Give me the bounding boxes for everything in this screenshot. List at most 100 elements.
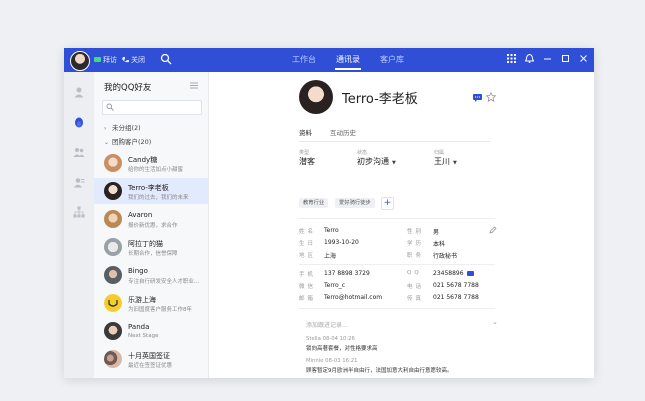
- mobile-value[interactable]: 137 8898 3729: [324, 270, 370, 277]
- profile-name: Terro-李老板: [342, 92, 418, 107]
- field-label: 性别: [407, 229, 425, 235]
- qq-value-row[interactable]: 23458896: [433, 270, 474, 277]
- contacts-panel: 我的QQ好友 › 未分组(2) ⌄ 团购客户(20) Candy糖 给你的生活加点小…: [94, 72, 209, 378]
- contact-name: Panda: [128, 323, 150, 331]
- nav-rail: [64, 72, 94, 378]
- contacts-card-icon[interactable]: [73, 176, 85, 188]
- visit-button[interactable]: 拜访: [94, 55, 117, 65]
- person-icon[interactable]: [73, 86, 85, 98]
- note-header: Minnie 08-03 16:21: [306, 358, 358, 364]
- divider: [299, 308, 495, 309]
- contact-item-selected[interactable]: Terro-李老板 我们的过去，我们的未来: [94, 178, 208, 204]
- qq-penguin-icon[interactable]: [73, 116, 85, 128]
- contact-name: 十月英国签证: [128, 352, 170, 360]
- star-icon[interactable]: [486, 92, 496, 102]
- avatar: [104, 210, 122, 228]
- contact-name: Candy糖: [128, 156, 158, 164]
- tag-chip[interactable]: 爱好骑行徒步: [335, 198, 375, 208]
- avatar: [104, 350, 122, 368]
- profile-avatar: [299, 80, 333, 114]
- qq-value: 23458896: [433, 270, 464, 277]
- contact-signature: 给你的生活加点小甜蜜: [128, 167, 184, 173]
- org-chart-icon[interactable]: [73, 206, 85, 218]
- edit-pencil-icon[interactable]: [489, 226, 497, 234]
- status-select[interactable]: 初步沟通 ▼: [357, 156, 396, 167]
- wechat-value: Terro_c: [324, 282, 346, 289]
- group-ungrouped[interactable]: › 未分组(2): [104, 122, 141, 132]
- contact-item[interactable]: 阿拉丁的猫 长期合作，信誉保障: [94, 234, 208, 260]
- contact-signature: 我们的过去，我们的未来: [128, 195, 189, 201]
- add-tag-button[interactable]: +: [381, 197, 394, 210]
- apps-grid-icon[interactable]: [507, 54, 516, 63]
- owner-value: 王川: [434, 157, 450, 166]
- divider: [299, 141, 491, 142]
- contact-name: Terro-李老板: [128, 184, 169, 192]
- tag-chip[interactable]: 教育行业: [299, 198, 329, 208]
- contact-item[interactable]: Bingo 专注自行研发安全人才职业...: [94, 262, 208, 288]
- group-purchase-customers[interactable]: ⌄ 团购客户(20): [104, 136, 151, 146]
- tab-profile[interactable]: 资料: [299, 127, 312, 142]
- visit-label: 拜访: [103, 56, 117, 64]
- avatar: [104, 266, 122, 284]
- field-label: 地区: [299, 253, 317, 259]
- tab-customer-base[interactable]: 客户库: [370, 48, 414, 72]
- qq-chat-icon[interactable]: [466, 271, 474, 276]
- add-follow-up-input[interactable]: 添加跟进记录...: [306, 320, 348, 329]
- user-avatar[interactable]: [70, 51, 90, 71]
- group-icon[interactable]: [73, 146, 85, 158]
- search-icon[interactable]: [160, 53, 172, 65]
- contact-signature: 报价新优惠，求合作: [128, 223, 178, 229]
- type-value[interactable]: 潜客: [299, 156, 315, 167]
- close-icon[interactable]: [579, 54, 588, 63]
- contact-signature: 长期合作，信誉保障: [128, 251, 178, 257]
- contact-item[interactable]: Panda Next Stage: [94, 318, 208, 344]
- caret-down-icon: ▼: [453, 160, 457, 166]
- field-label: 学历: [407, 241, 425, 247]
- phone-icon: [122, 57, 129, 63]
- tab-interaction-history[interactable]: 互动历史: [330, 127, 356, 137]
- tab-workbench[interactable]: 工作台: [282, 48, 326, 72]
- email-value[interactable]: Terro@hotmail.com: [324, 294, 382, 301]
- contact-item[interactable]: 十月英国签证 最近在签签证优惠: [94, 346, 208, 372]
- bell-icon[interactable]: [525, 54, 534, 63]
- chevron-right-icon: ›: [104, 125, 107, 132]
- status-label: 状态: [357, 150, 368, 156]
- field-label: 姓名: [299, 229, 317, 235]
- contact-signature: 专注自行研发安全人才职业...: [128, 279, 200, 285]
- divider: [299, 264, 495, 265]
- visit-icon: [94, 57, 101, 62]
- field-label: 手机: [299, 272, 317, 278]
- note-text: 顾客暂定9月欧洲半自由行，法国加意大利自由行意愿较高。: [306, 368, 453, 374]
- name-value: Terro: [324, 227, 339, 234]
- minimize-icon[interactable]: [543, 54, 552, 63]
- birthday-value: 1993-10-20: [324, 239, 359, 246]
- divider: [299, 218, 495, 219]
- group-label: 未分组(2): [112, 124, 141, 132]
- type-label: 类型: [299, 150, 310, 156]
- profile-panel: Terro-李老板 资料 互动历史 类型 潜客 状态 初步沟通 ▼ 归属 王川 ▼ …: [209, 72, 594, 378]
- menu-icon[interactable]: [190, 82, 198, 89]
- chat-icon[interactable]: [473, 94, 482, 102]
- contact-item[interactable]: 乐游上海 为旧国度客户服务工作8年: [94, 290, 208, 316]
- avatar: [104, 322, 122, 340]
- caret-down-icon: ▼: [392, 160, 396, 166]
- contact-search-input[interactable]: [102, 100, 202, 115]
- owner-label: 归属: [434, 150, 445, 156]
- note-text: 锁向高著套餐，对性格要求高: [306, 346, 378, 352]
- field-label: 生日: [299, 241, 317, 247]
- field-label: 传真: [407, 296, 425, 302]
- maximize-icon[interactable]: [561, 54, 570, 63]
- contact-item[interactable]: Candy糖 给你的生活加点小甜蜜: [94, 150, 208, 176]
- phone-value[interactable]: 021 5678 7788: [433, 282, 479, 289]
- chevron-down-icon[interactable]: ⌄: [492, 318, 498, 326]
- top-bar: 拜访 关闭 工作台 通讯录 客户库: [64, 48, 594, 72]
- contacts-title: 我的QQ好友: [104, 83, 152, 93]
- avatar: [104, 154, 122, 172]
- owner-select[interactable]: 王川 ▼: [434, 156, 457, 167]
- tab-contacts[interactable]: 通讯录: [326, 48, 370, 72]
- contact-name: 乐游上海: [128, 296, 156, 304]
- close-call-button[interactable]: 关闭: [122, 55, 145, 65]
- contact-item[interactable]: Avaron 报价新优惠，求合作: [94, 206, 208, 232]
- note-header: Stella 08-04 10:26: [306, 336, 355, 342]
- status-value: 初步沟通: [357, 157, 389, 166]
